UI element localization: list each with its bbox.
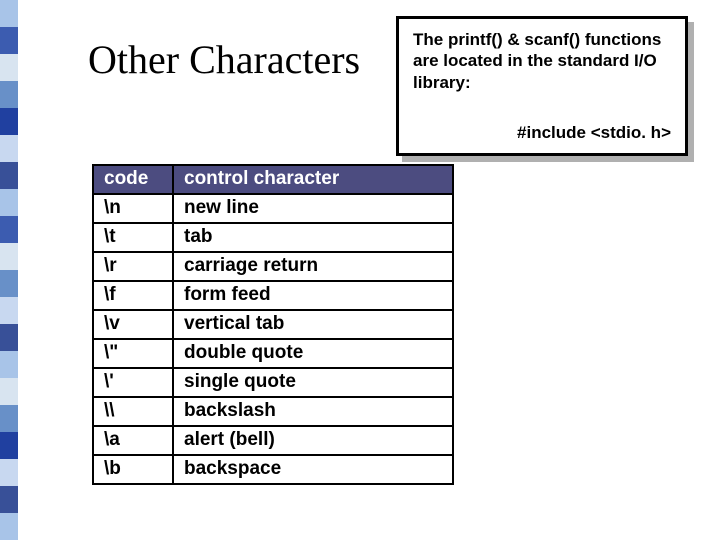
cell-code: \b — [93, 455, 173, 484]
sidebar-block — [0, 405, 18, 432]
table-row: \rcarriage return — [93, 252, 453, 281]
table-body: \nnew line\ttab\rcarriage return\fform f… — [93, 194, 453, 484]
cell-code: \f — [93, 281, 173, 310]
page-title: Other Characters — [88, 36, 360, 83]
cell-code: \t — [93, 223, 173, 252]
sidebar-block — [0, 243, 18, 270]
table-row: \bbackspace — [93, 455, 453, 484]
sidebar-block — [0, 162, 18, 189]
table-row: \\backslash — [93, 397, 453, 426]
sidebar-block — [0, 324, 18, 351]
sidebar-block — [0, 270, 18, 297]
cell-desc: double quote — [173, 339, 453, 368]
cell-desc: single quote — [173, 368, 453, 397]
sidebar-block — [0, 0, 18, 27]
cell-desc: form feed — [173, 281, 453, 310]
cell-code: \" — [93, 339, 173, 368]
cell-code: \r — [93, 252, 173, 281]
callout-include: #include <stdio. h> — [517, 123, 671, 143]
cell-code: \n — [93, 194, 173, 223]
table-header-code: code — [93, 165, 173, 194]
sidebar-block — [0, 459, 18, 486]
cell-desc: backspace — [173, 455, 453, 484]
cell-desc: tab — [173, 223, 453, 252]
cell-desc: new line — [173, 194, 453, 223]
sidebar-block — [0, 351, 18, 378]
sidebar-block — [0, 297, 18, 324]
callout-text: The printf() & scanf() functions are loc… — [413, 29, 671, 93]
cell-code: \' — [93, 368, 173, 397]
sidebar-block — [0, 432, 18, 459]
table-row: \fform feed — [93, 281, 453, 310]
cell-code: \v — [93, 310, 173, 339]
sidebar-block — [0, 513, 18, 540]
sidebar-block — [0, 216, 18, 243]
cell-desc: alert (bell) — [173, 426, 453, 455]
sidebar-block — [0, 189, 18, 216]
table-header-row: code control character — [93, 165, 453, 194]
sidebar-block — [0, 378, 18, 405]
sidebar-block — [0, 27, 18, 54]
table-header-desc: control character — [173, 165, 453, 194]
table-row: \vvertical tab — [93, 310, 453, 339]
cell-desc: backslash — [173, 397, 453, 426]
sidebar-block — [0, 486, 18, 513]
cell-code: \\ — [93, 397, 173, 426]
sidebar-block — [0, 108, 18, 135]
cell-desc: carriage return — [173, 252, 453, 281]
table-row: \'single quote — [93, 368, 453, 397]
sidebar-block — [0, 81, 18, 108]
table-row: \nnew line — [93, 194, 453, 223]
decorative-sidebar — [0, 0, 18, 540]
table-row: \ttab — [93, 223, 453, 252]
callout-box: The printf() & scanf() functions are loc… — [396, 16, 688, 156]
cell-desc: vertical tab — [173, 310, 453, 339]
table-row: \aalert (bell) — [93, 426, 453, 455]
escape-chars-table: code control character \nnew line\ttab\r… — [92, 164, 454, 485]
sidebar-block — [0, 54, 18, 81]
sidebar-block — [0, 135, 18, 162]
cell-code: \a — [93, 426, 173, 455]
table-row: \"double quote — [93, 339, 453, 368]
